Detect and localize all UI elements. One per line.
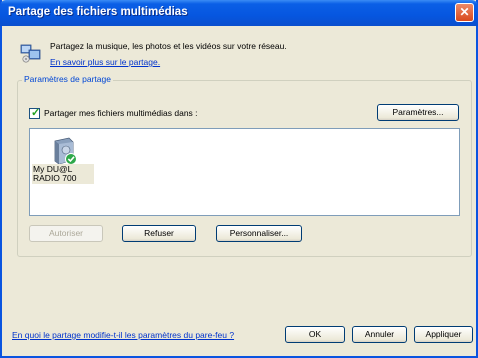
window-title: Partage des fichiers multimédias [8,6,188,18]
apply-button-label: Appliquer [425,329,462,339]
network-sharing-icon [20,44,41,63]
ok-button[interactable]: OK [285,326,345,343]
firewall-link[interactable]: En quoi le partage modifie-t-il les para… [12,330,234,340]
close-button[interactable]: ✕ [455,3,474,22]
settings-button-label: Paramètres... [392,107,444,117]
checkmark-icon: ✓ [31,107,41,119]
refuse-button-label: Refuser [144,228,174,238]
customize-button-label: Personnaliser... [229,228,289,238]
cancel-button-label: Annuler [364,329,395,339]
intro-text: Partagez la musique, les photos et les v… [50,41,287,51]
refuse-button[interactable]: Refuser [122,225,196,242]
sharing-settings-legend: Paramètres de partage [22,74,113,84]
media-device-icon [54,137,77,165]
title-bar[interactable]: Partage des fichiers multimédias ✕ [0,0,478,26]
device-label-line2: RADIO 700 [33,173,77,183]
learn-more-link[interactable]: En savoir plus sur le partage. [50,57,160,67]
customize-button[interactable]: Personnaliser... [216,225,302,242]
share-media-label[interactable]: Partager mes fichiers multimédias dans : [44,108,198,118]
allow-button-label: Autoriser [48,228,83,238]
device-list[interactable]: My DU@L RADIO 700 [29,128,460,216]
media-sharing-dialog: Partage des fichiers multimédias ✕ Parta… [0,0,478,358]
settings-button[interactable]: Paramètres... [377,104,459,121]
cancel-button[interactable]: Annuler [352,326,407,343]
apply-button[interactable]: Appliquer [414,326,473,343]
close-icon: ✕ [459,5,470,19]
allow-button[interactable]: Autoriser [29,225,103,242]
share-media-checkbox[interactable]: ✓ [29,107,41,119]
ok-button-label: OK [308,329,322,339]
device-label: My DU@L RADIO 700 [32,164,94,184]
